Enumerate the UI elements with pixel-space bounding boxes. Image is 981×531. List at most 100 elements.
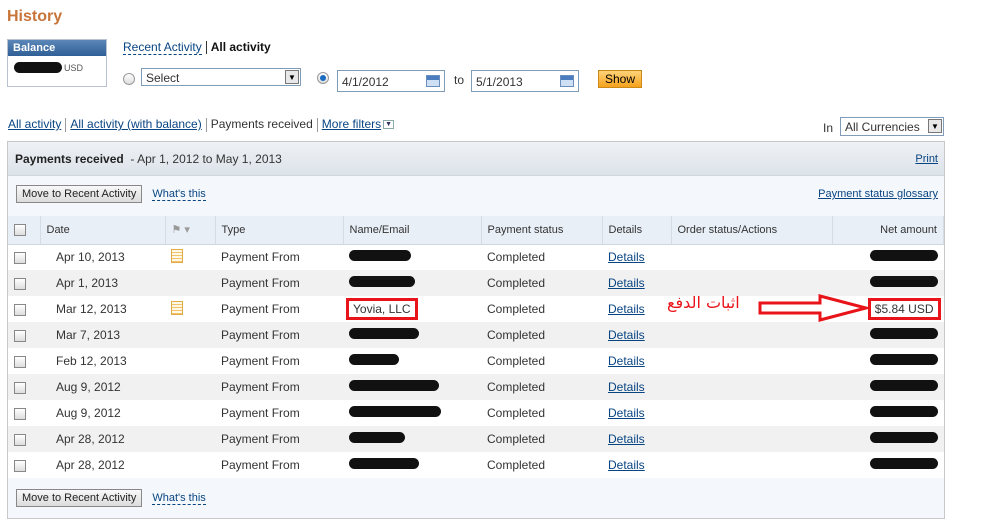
- balance-currency: USD: [64, 62, 84, 73]
- row-type: Payment From: [221, 302, 300, 316]
- flag-column[interactable]: ⚑ ▾: [165, 216, 216, 245]
- row-type: Payment From: [215, 374, 343, 400]
- whats-this-link[interactable]: What's this: [152, 188, 206, 201]
- row-checkbox[interactable]: [14, 433, 26, 446]
- redacted-amount: [869, 250, 938, 262]
- row-checkbox[interactable]: [14, 329, 26, 342]
- period-select[interactable]: Select ▼: [141, 68, 301, 86]
- col-details: Details: [602, 216, 672, 245]
- select-period-radio[interactable]: [123, 73, 135, 85]
- row-status: Completed: [481, 270, 602, 296]
- payment-status-glossary-link[interactable]: Payment status glossary: [818, 188, 938, 200]
- row-details-link[interactable]: Details: [608, 458, 645, 472]
- redacted-balance: [14, 62, 62, 73]
- calendar-icon[interactable]: [426, 75, 440, 87]
- row-date: Apr 28, 2012: [56, 458, 125, 472]
- payments-panel: Payments received - Apr 1, 2012 to May 1…: [7, 141, 945, 519]
- table-row: Mar 7, 2013 Payment From Completed Details: [8, 322, 944, 348]
- currency-in-label: In: [823, 121, 834, 135]
- row-date: Mar 7, 2013: [40, 322, 165, 348]
- col-net-amount[interactable]: Net amount: [832, 216, 944, 245]
- date-range-radio[interactable]: [317, 72, 329, 84]
- select-all-checkbox[interactable]: [14, 223, 26, 236]
- row-order-status: [671, 426, 832, 452]
- filter-all-activity[interactable]: All activity: [8, 117, 61, 131]
- row-details-link[interactable]: Details: [608, 380, 645, 394]
- row-details-link[interactable]: Details: [608, 276, 645, 290]
- row-details-link[interactable]: Details: [608, 328, 645, 342]
- filter-all-with-balance[interactable]: All activity (with balance): [70, 117, 201, 131]
- row-date: Aug 9, 2012: [40, 374, 165, 400]
- show-button[interactable]: Show: [598, 70, 642, 88]
- row-details-link[interactable]: Details: [608, 354, 645, 368]
- row-checkbox[interactable]: [14, 459, 26, 472]
- to-date-input[interactable]: 5/1/2013: [471, 70, 579, 92]
- row-checkbox[interactable]: [14, 303, 26, 316]
- from-date-input[interactable]: 4/1/2012: [337, 70, 445, 92]
- note-icon[interactable]: [171, 248, 183, 263]
- calendar-icon[interactable]: [560, 75, 574, 87]
- redacted-name: [349, 250, 411, 262]
- row-checkbox[interactable]: [14, 252, 26, 265]
- move-to-recent-button-bottom[interactable]: Move to Recent Activity: [16, 489, 143, 507]
- to-date-value: 5/1/2013: [476, 75, 523, 89]
- row-type: Payment From: [221, 354, 300, 368]
- row-checkbox[interactable]: [14, 355, 26, 368]
- whats-this-link-bottom[interactable]: What's this: [152, 492, 206, 505]
- recent-activity-link[interactable]: Recent Activity: [123, 40, 202, 55]
- print-link[interactable]: Print: [915, 153, 938, 165]
- row-status: Completed: [487, 458, 546, 472]
- redacted-amount: [869, 432, 938, 443]
- filter-payments-received: Payments received: [210, 117, 313, 131]
- balance-label: Balance: [8, 40, 106, 56]
- panel-date-range: - Apr 1, 2012 to May 1, 2013: [130, 152, 282, 166]
- row-status: Completed: [487, 302, 546, 316]
- row-details-link[interactable]: Details: [608, 406, 645, 420]
- row-checkbox[interactable]: [14, 277, 26, 290]
- row-type: Payment From: [221, 250, 300, 265]
- move-to-recent-button[interactable]: Move to Recent Activity: [16, 185, 143, 203]
- balance-box: Balance USD: [7, 39, 107, 87]
- col-name[interactable]: Name/Email: [343, 216, 482, 245]
- period-select-value: Select: [146, 71, 180, 85]
- more-filters-link[interactable]: More filters: [322, 117, 381, 131]
- row-details-link[interactable]: Details: [608, 250, 645, 264]
- panel-header: Payments received - Apr 1, 2012 to May 1…: [8, 142, 944, 176]
- row-details-link[interactable]: Details: [608, 432, 645, 446]
- activity-toggle: Recent Activity All activity: [123, 40, 271, 55]
- redacted-amount: [869, 406, 938, 417]
- row-type: Payment From: [215, 426, 343, 452]
- row-type: Payment From: [215, 322, 343, 348]
- col-date[interactable]: Date: [40, 216, 166, 245]
- col-status[interactable]: Payment status: [481, 216, 603, 245]
- row-type: Payment From: [221, 406, 300, 420]
- annotation-arrow-icon: [758, 294, 870, 322]
- row-date: Apr 1, 2013: [40, 270, 165, 296]
- redacted-name: [349, 328, 419, 339]
- top-actions: Move to Recent Activity What's this: [16, 184, 206, 204]
- row-date: Apr 28, 2012: [40, 426, 165, 452]
- note-icon[interactable]: [171, 300, 183, 315]
- redacted-name: [349, 354, 399, 365]
- currency-select[interactable]: All Currencies ▼: [840, 117, 944, 136]
- redacted-amount: [869, 380, 938, 391]
- currency-select-value: All Currencies: [845, 120, 920, 134]
- redacted-amount: [869, 276, 938, 287]
- row-date: Aug 9, 2012: [56, 406, 121, 420]
- chevron-down-icon[interactable]: ▼: [383, 120, 395, 130]
- redacted-name: [349, 406, 441, 417]
- row-type: Payment From: [221, 458, 300, 472]
- redacted-amount: [869, 458, 938, 469]
- row-order-status: [671, 452, 832, 478]
- row-checkbox[interactable]: [14, 407, 26, 420]
- row-net-amount: $5.84 USD: [867, 298, 941, 320]
- row-checkbox[interactable]: [14, 381, 26, 394]
- flag-icon: ⚑ ▾: [171, 224, 190, 237]
- col-type[interactable]: Type: [215, 216, 344, 245]
- row-date: Apr 10, 2013: [56, 250, 125, 265]
- row-details-link[interactable]: Details: [608, 302, 645, 316]
- payments-table: Date ⚑ ▾ Type Name/Email Payment status …: [8, 216, 944, 478]
- col-order-status: Order status/Actions: [671, 216, 833, 245]
- table-row: Apr 10, 2013 Payment From Completed Details: [8, 244, 944, 270]
- table-row: Aug 9, 2012 Payment From Completed Details: [8, 374, 944, 400]
